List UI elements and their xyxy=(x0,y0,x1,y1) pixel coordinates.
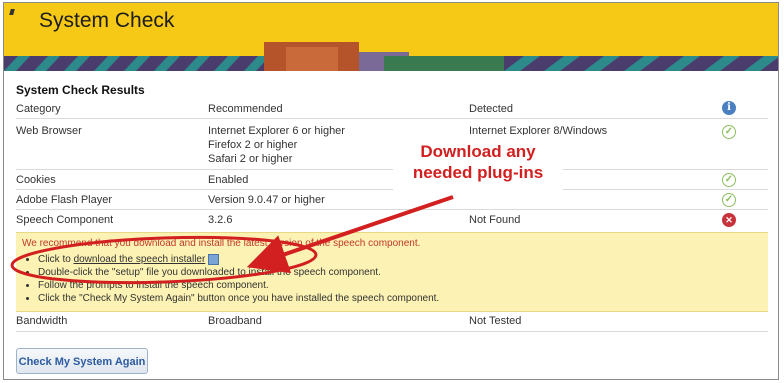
recommended-line: Internet Explorer 6 or higher xyxy=(208,125,345,137)
corner-mark xyxy=(9,9,15,15)
notice-step: Double-click the "setup" file you downlo… xyxy=(38,266,439,279)
banner-graphic xyxy=(4,39,778,71)
row-divider xyxy=(16,209,768,210)
annotation-callout: Download any needed plug-ins xyxy=(393,135,563,193)
notice-steps: Click to download the speech installer D… xyxy=(24,253,439,305)
check-icon: ✓ xyxy=(722,173,736,187)
row-category: Web Browser xyxy=(16,125,82,137)
download-icon[interactable] xyxy=(208,253,220,265)
check-icon: ✓ xyxy=(722,125,736,139)
recommended-line: Firefox 2 or higher xyxy=(208,139,298,151)
callout-line: Download any xyxy=(420,142,536,161)
row-recommended: Internet Explorer 6 or higher Firefox 2 … xyxy=(208,125,345,165)
check-icon: ✓ xyxy=(722,193,736,207)
column-header-category: Category xyxy=(16,103,61,115)
row-detected: Not Tested xyxy=(469,315,522,327)
speech-component-notice: We recommend that you download and insta… xyxy=(16,232,768,312)
header-bar: System Check xyxy=(4,3,778,39)
notice-message: We recommend that you download and insta… xyxy=(22,238,421,249)
row-divider xyxy=(16,118,768,119)
row-category: Speech Component xyxy=(16,214,114,226)
row-recommended: 3.2.6 xyxy=(208,214,233,226)
row-detected: Not Found xyxy=(469,214,521,226)
row-category: Adobe Flash Player xyxy=(16,194,112,206)
column-header-recommended: Recommended xyxy=(208,103,283,115)
row-category: Bandwidth xyxy=(16,315,68,327)
error-icon: ✕ xyxy=(722,213,736,227)
notice-step: Follow the prompts to install the speech… xyxy=(38,279,439,292)
column-header-detected: Detected xyxy=(469,103,514,115)
recommended-line: Safari 2 or higher xyxy=(208,153,293,165)
decorative-banner xyxy=(4,39,778,71)
notice-step: Click to download the speech installer xyxy=(38,253,439,266)
row-recommended: Broadband xyxy=(208,315,262,327)
row-recommended: Enabled xyxy=(208,174,249,186)
results-title: System Check Results xyxy=(16,83,145,97)
row-divider xyxy=(16,189,768,190)
download-speech-installer-link[interactable]: download the speech installer xyxy=(74,254,206,265)
system-check-window: System Check System Check Results Catego… xyxy=(3,2,779,380)
row-divider xyxy=(16,169,768,170)
notice-step-text: Click to xyxy=(38,254,74,265)
notice-step: Click the "Check My System Again" button… xyxy=(38,292,439,305)
info-icon[interactable]: i xyxy=(722,101,736,115)
callout-line: needed plug-ins xyxy=(412,163,544,182)
page-title: System Check xyxy=(39,9,175,32)
row-divider xyxy=(16,331,768,332)
check-my-system-again-button[interactable]: Check My System Again xyxy=(16,348,148,374)
row-recommended: Version 9.0.47 or higher xyxy=(208,194,325,206)
row-category: Cookies xyxy=(16,174,56,186)
